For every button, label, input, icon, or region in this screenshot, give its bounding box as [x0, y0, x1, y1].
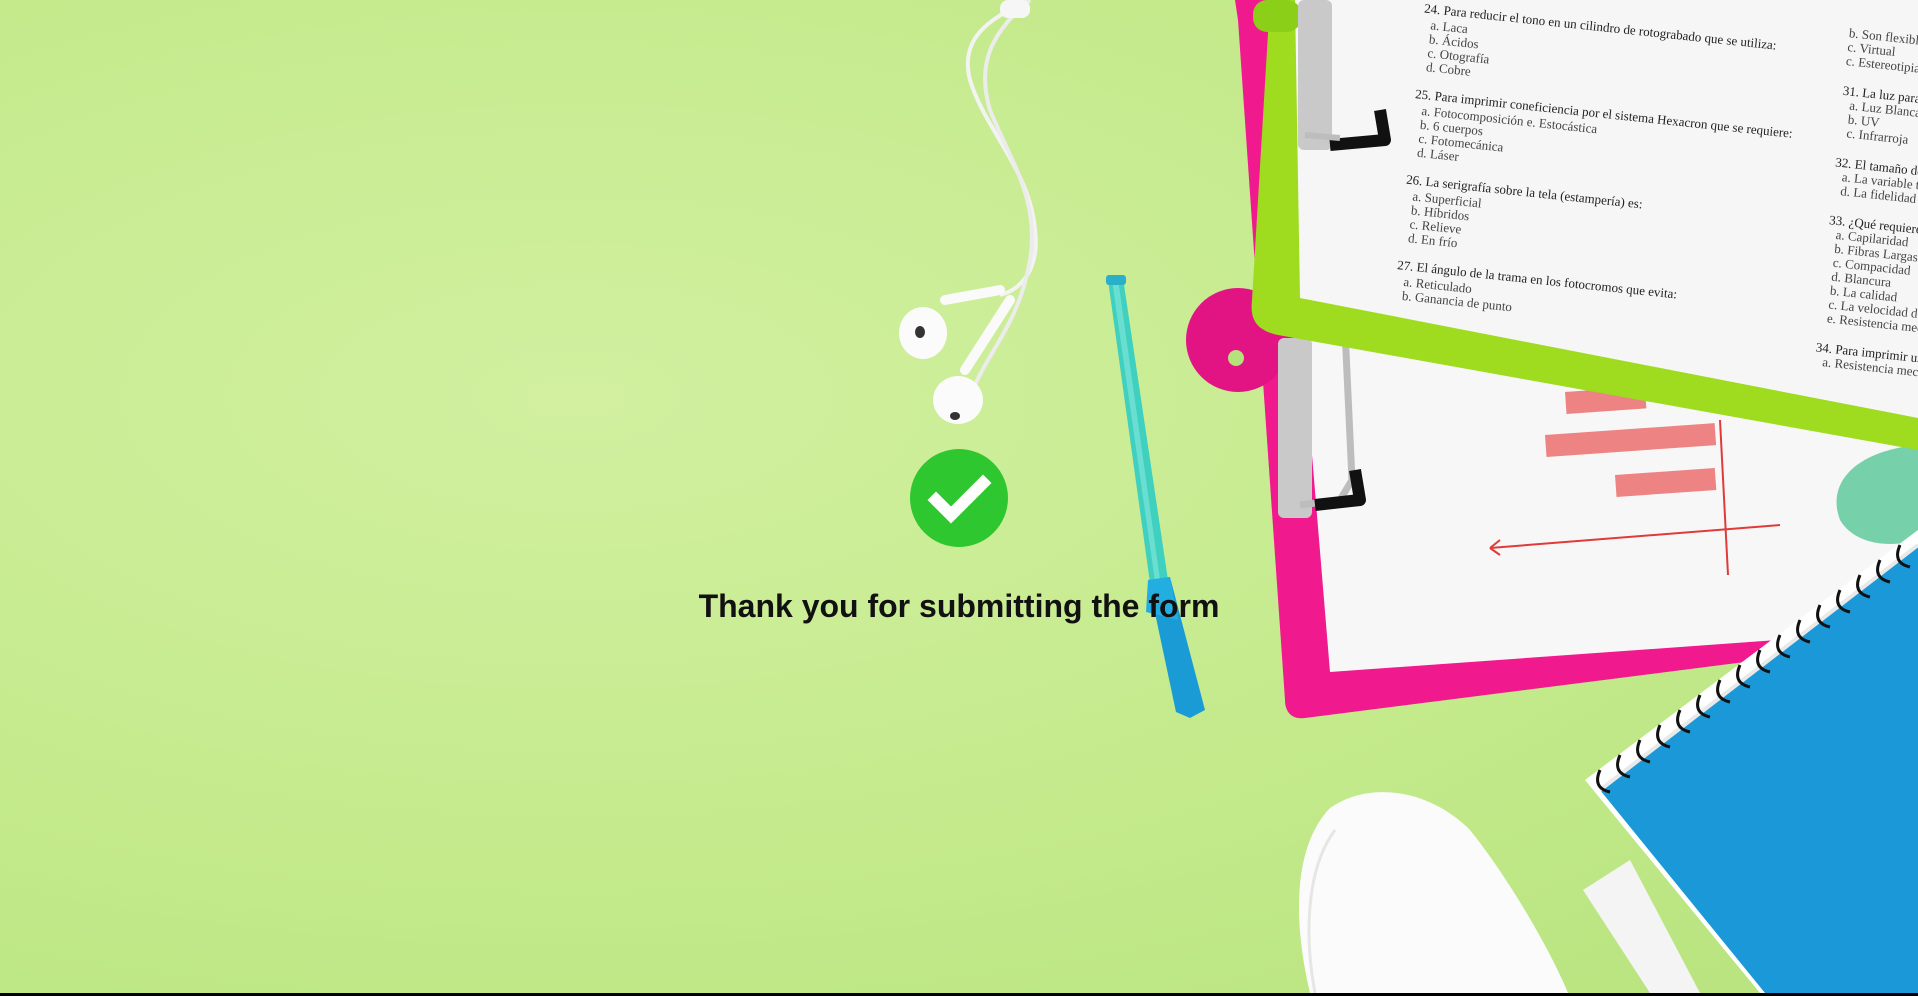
mouse-illustration [1298, 792, 1568, 993]
check-circle-icon [909, 448, 1009, 548]
confirmation-message: Thank you for submitting the form [698, 588, 1220, 624]
earphones-illustration [899, 0, 1038, 424]
confirmation-page: 24. Para reducir el tono en un cilindro … [0, 0, 1918, 993]
